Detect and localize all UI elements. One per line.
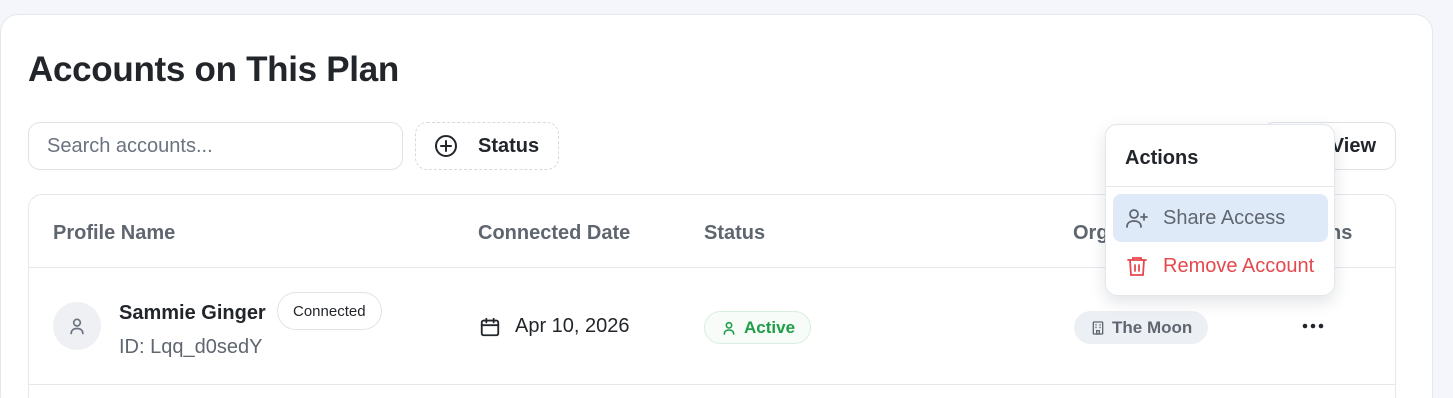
plus-circle-icon (434, 134, 458, 158)
column-header-connected-date: Connected Date (478, 222, 631, 244)
calendar-icon (479, 316, 501, 338)
connected-date: Apr 10, 2026 (479, 315, 630, 338)
organization-badge: The Moon (1074, 311, 1209, 344)
user-icon (721, 320, 737, 336)
status-badge: Active (704, 311, 812, 344)
status-filter-button[interactable]: Status (415, 122, 559, 170)
column-header-status: Status (704, 222, 766, 244)
organization-label: The Moon (1112, 317, 1193, 337)
trash-icon (1125, 254, 1149, 278)
status-filter-label: Status (478, 134, 540, 157)
more-horizontal-icon (1302, 323, 1324, 329)
status-badge-label: Active (744, 317, 796, 337)
building-icon (1090, 320, 1106, 336)
share-access-menu-item[interactable]: Share Access (1113, 194, 1328, 242)
column-header-profile-name: Profile Name (53, 222, 176, 244)
share-access-label: Share Access (1163, 206, 1286, 229)
remove-account-menu-item[interactable]: Remove Account (1113, 242, 1328, 290)
menu-divider (1106, 186, 1334, 187)
profile-name: Sammie Ginger (119, 302, 266, 324)
page-title: Accounts on This Plan (28, 50, 399, 89)
connected-date-text: Apr 10, 2026 (515, 315, 630, 337)
actions-menu-title: Actions (1125, 147, 1199, 169)
view-button-label: View (1330, 134, 1376, 157)
actions-menu: Actions Share Access Remove Account (1105, 124, 1335, 296)
connected-badge: Connected (277, 292, 382, 330)
row-actions-button[interactable] (1297, 312, 1329, 340)
profile-id: ID: Lqq_d0sedY (119, 336, 263, 358)
user-plus-icon (1125, 206, 1149, 230)
user-icon (67, 316, 87, 336)
remove-account-label: Remove Account (1163, 254, 1315, 277)
avatar (53, 302, 101, 350)
search-input[interactable] (28, 122, 403, 170)
